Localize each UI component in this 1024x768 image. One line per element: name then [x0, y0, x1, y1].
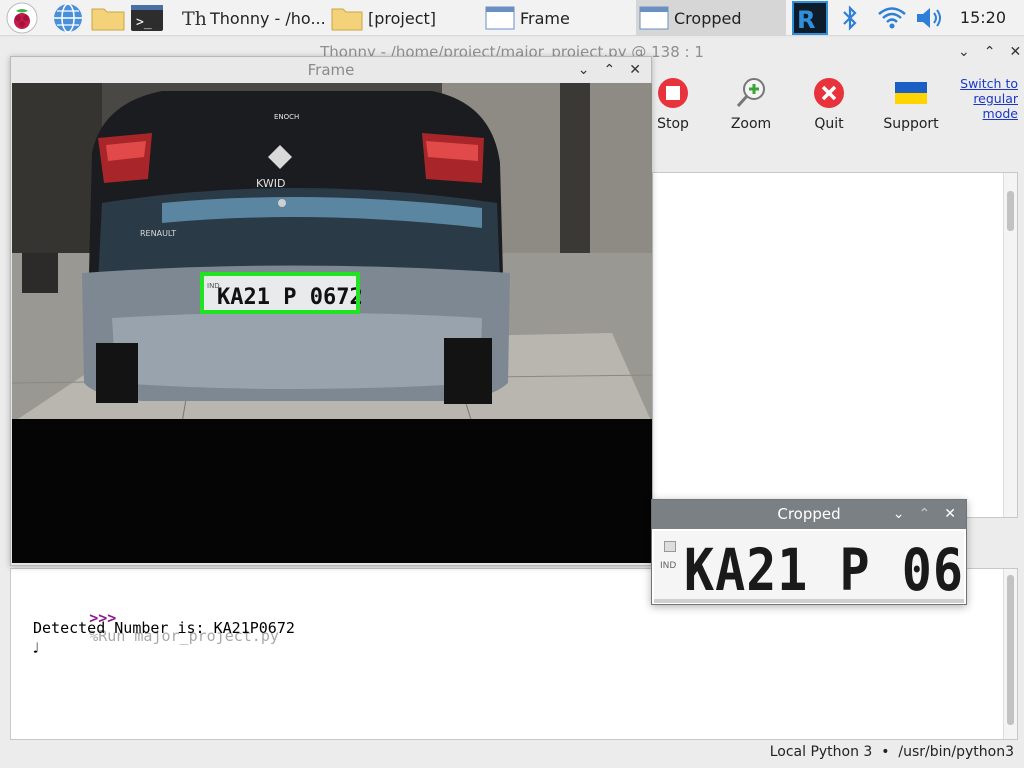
car-brand-badge: RENAULT [140, 229, 176, 238]
taskbar-cropped-label: Cropped [674, 8, 742, 28]
dealer-badge: ENOCH [274, 113, 299, 121]
support-label: Support [883, 116, 939, 132]
speaker-icon [917, 8, 941, 28]
shell-cursor: ♩ [31, 639, 41, 657]
cropped-plate-country: IND [660, 561, 677, 571]
minimize-icon[interactable]: ⌄ [958, 44, 970, 60]
minimize-icon[interactable]: ⌄ [578, 57, 590, 83]
quit-label: Quit [814, 116, 844, 132]
folder-icon [331, 8, 363, 31]
code-editor[interactable] [652, 172, 1018, 518]
stop-icon [658, 78, 688, 108]
support-button[interactable]: Support [878, 76, 944, 132]
zoom-button[interactable]: Zoom [721, 76, 781, 132]
taskbar-thonny[interactable]: Th Thonny - /ho... [180, 0, 328, 36]
close-icon[interactable]: ✕ [1009, 44, 1021, 60]
vnc-icon: R [792, 1, 828, 35]
thonny-icon: Th [182, 8, 206, 30]
folder-icon [91, 8, 125, 31]
thonny-window-controls: ⌄ ⌃ ✕ [958, 44, 1021, 60]
clock[interactable]: 15:20 [960, 8, 1006, 27]
stop-label: Stop [657, 116, 689, 132]
shell-output: Detected Number is: KA21P0672 [33, 619, 295, 637]
car-model-badge: KWID [256, 177, 285, 190]
window-icon [639, 6, 669, 30]
hologram-mark [664, 541, 676, 552]
globe-icon [54, 3, 82, 33]
frame-title: Frame [307, 61, 355, 79]
cropped-plate-text: KA21 P 0672 [684, 537, 964, 603]
cropped-plate-image: IND KA21 P 0672 [654, 531, 964, 603]
taskbar-project-label: [project] [368, 8, 437, 28]
maximize-icon[interactable]: ⌃ [919, 500, 931, 529]
cropped-window-controls: ⌄ ⌃ ✕ [893, 500, 956, 529]
vnc-tray[interactable]: R [792, 0, 828, 36]
taskbar-frame[interactable]: Frame [484, 0, 634, 36]
shell-scrollbar[interactable] [1003, 569, 1017, 739]
desktop: >_ Th Thonny - /ho... [project] Frame Cr… [0, 0, 1024, 768]
wifi-tray[interactable] [876, 0, 908, 36]
bluetooth-tray[interactable] [838, 0, 862, 36]
frame-window: Frame ⌄ ⌃ ✕ KWID RENAULT ENOCH IND KA21 … [10, 56, 652, 566]
raspberry-icon [6, 2, 38, 34]
ukraine-flag-icon [895, 82, 927, 104]
stop-button[interactable]: Stop [643, 76, 703, 132]
frame-title-bar[interactable]: Frame ⌄ ⌃ ✕ [11, 57, 651, 83]
camera-image: KWID RENAULT ENOCH IND KA21 P 0672 [12, 83, 652, 563]
file-manager-launcher[interactable] [90, 0, 126, 36]
maximize-icon[interactable]: ⌃ [604, 57, 616, 83]
close-icon[interactable]: ✕ [944, 500, 956, 529]
taskbar-thonny-label: Thonny - /ho... [210, 8, 326, 28]
cropped-title: Cropped [777, 505, 841, 523]
taskbar-frame-label: Frame [520, 8, 570, 28]
taskbar: >_ Th Thonny - /ho... [project] Frame Cr… [0, 0, 1024, 36]
raspberry-menu-button[interactable] [6, 0, 38, 36]
cropped-title-bar[interactable]: Cropped ⌄ ⌃ ✕ [652, 500, 966, 529]
wifi-icon [878, 7, 906, 29]
terminal-icon: >_ [131, 5, 163, 31]
close-icon[interactable]: ✕ [629, 57, 641, 83]
zoom-label: Zoom [730, 116, 772, 132]
taskbar-project[interactable]: [project] [330, 0, 478, 36]
svg-text:Th: Th [182, 8, 206, 30]
minimize-icon[interactable]: ⌄ [893, 500, 905, 529]
plate-text: KA21 P 0672 [217, 285, 363, 310]
bluetooth-icon [843, 5, 857, 31]
window-icon [485, 6, 515, 30]
camera-frame: KWID RENAULT ENOCH IND KA21 P 0672 [12, 83, 652, 563]
svg-text:>_: >_ [136, 15, 152, 30]
status-bar[interactable]: Local Python 3 • /usr/bin/python3 [770, 744, 1014, 760]
terminal-launcher[interactable]: >_ [130, 0, 164, 36]
browser-launcher[interactable] [52, 0, 84, 36]
volume-tray[interactable] [914, 0, 948, 36]
zoom-icon [736, 78, 765, 108]
svg-text:R: R [797, 6, 815, 34]
switch-mode-link[interactable]: Switch to regular mode [952, 76, 1018, 121]
taskbar-cropped[interactable]: Cropped [636, 0, 786, 36]
quit-button[interactable]: Quit [799, 76, 859, 132]
maximize-icon[interactable]: ⌃ [984, 44, 996, 60]
quit-icon [814, 78, 844, 108]
frame-window-controls: ⌄ ⌃ ✕ [578, 57, 641, 83]
editor-scrollbar[interactable] [1003, 173, 1017, 517]
cropped-window: Cropped ⌄ ⌃ ✕ IND KA21 P 0672 [651, 499, 967, 605]
